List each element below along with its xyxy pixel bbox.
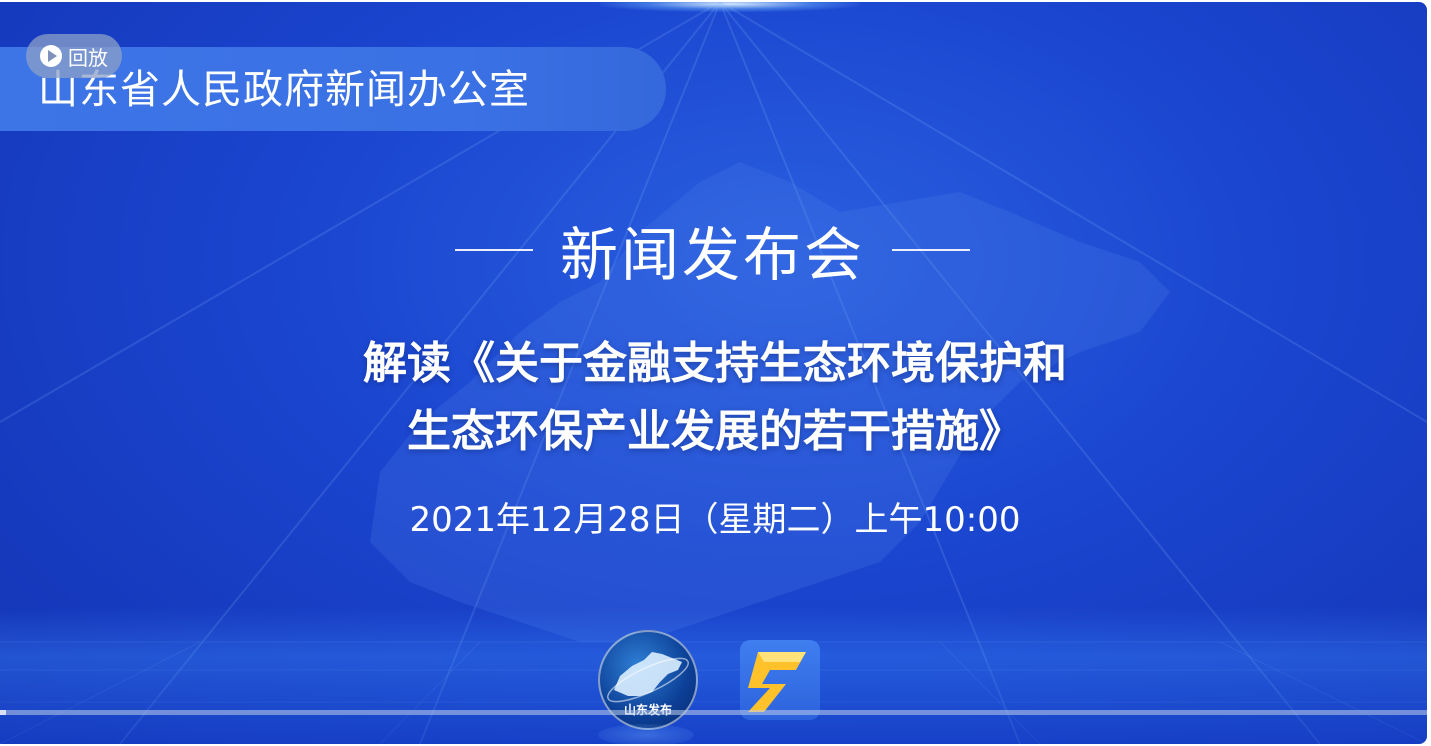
stage-floor (0, 607, 1427, 744)
replay-label: 回放 (68, 45, 108, 70)
replay-button[interactable]: 回放 (26, 34, 122, 78)
playback-progress-bar[interactable] (0, 710, 1427, 715)
headline-line-1: 解读《关于金融支持生态环境保护和 (363, 338, 1067, 389)
video-player[interactable]: 山东省人民政府新闻办公室 回放 新闻发布会 解读《关于金融支持生态环境保护和 生… (0, 2, 1427, 744)
heading-line-right (891, 249, 970, 251)
heading-line-left (455, 249, 533, 251)
headline-line-2: 生态环保产业发展的若干措施》 (407, 406, 1023, 457)
logo-reflection (598, 724, 694, 744)
shandong-release-logo: 山东发布 (598, 630, 698, 730)
play-icon (40, 45, 62, 67)
lightning-app-icon (740, 640, 820, 720)
press-conference-heading: 新闻发布会 (455, 210, 970, 290)
progress-fill (0, 710, 6, 715)
press-title: 新闻发布会 (559, 221, 865, 289)
event-datetime: 2021年12月28日（星期二）上午10:00 (409, 500, 1021, 540)
